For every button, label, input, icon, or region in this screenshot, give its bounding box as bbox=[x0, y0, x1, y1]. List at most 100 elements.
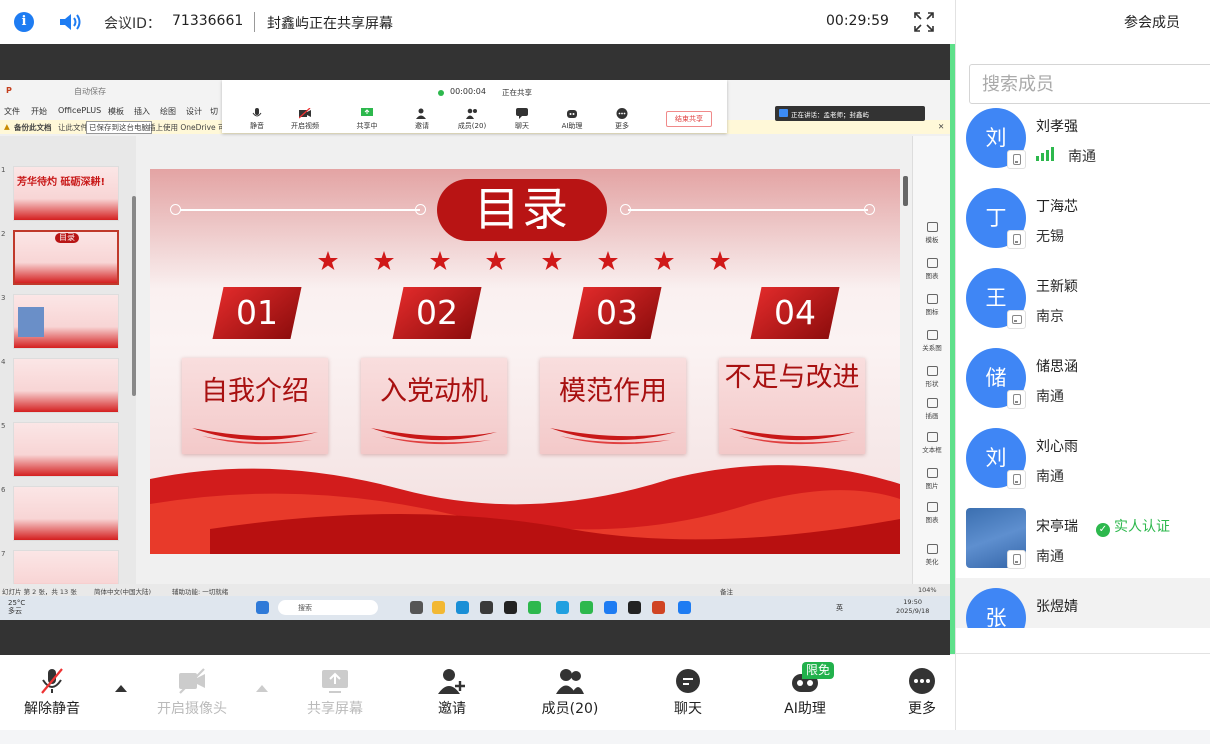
ppt-menu-item[interactable]: 设计 bbox=[186, 106, 202, 117]
meeting-id-value[interactable]: 71336661 bbox=[172, 13, 243, 29]
member-item[interactable]: 储 储思涵 南通 bbox=[956, 348, 1210, 428]
member-item[interactable]: 刘 刘孝强 南通 bbox=[956, 108, 1210, 188]
ime-indicator[interactable]: 英 bbox=[836, 603, 843, 613]
qq-icon[interactable] bbox=[628, 601, 641, 614]
info-icon[interactable]: i bbox=[14, 12, 34, 32]
ppt-menu-item[interactable]: 文件 bbox=[4, 106, 20, 117]
ppt-menu-item[interactable]: OfficePLUS bbox=[58, 106, 101, 115]
start-camera-button[interactable]: 开启摄像头 bbox=[137, 667, 247, 718]
share-toolbar-label: AI助理 bbox=[561, 122, 583, 130]
unmute-button[interactable]: 解除静音 bbox=[0, 667, 107, 718]
invite-button[interactable]: 邀请 bbox=[397, 667, 507, 718]
member-name: 张煜婧 bbox=[1036, 599, 1078, 615]
ppt-menu-item[interactable]: 绘图 bbox=[160, 106, 176, 117]
app-icon[interactable] bbox=[556, 601, 569, 614]
tool-item[interactable]: 关系图 bbox=[913, 330, 950, 352]
share-toolbar-chat-button[interactable]: 聊天 bbox=[497, 108, 547, 131]
share-toolbar-sharing-button[interactable]: 共享中 bbox=[342, 108, 392, 131]
app-icon[interactable] bbox=[504, 601, 517, 614]
share-toolbar-video-button[interactable]: 开启视频 bbox=[280, 108, 330, 131]
task-view-icon[interactable] bbox=[410, 601, 423, 614]
share-timer: 00:00:04 bbox=[450, 87, 486, 96]
thumb-number: 1 bbox=[1, 166, 6, 174]
share-toolbar-invite-button[interactable]: 邀请 bbox=[397, 108, 447, 131]
meeting-app-icon[interactable] bbox=[604, 601, 617, 614]
fullscreen-icon[interactable] bbox=[913, 11, 935, 33]
app-icon[interactable] bbox=[580, 601, 593, 614]
slide-decoration bbox=[170, 204, 181, 215]
member-item[interactable]: 刘 刘心雨 南通 bbox=[956, 428, 1210, 508]
video-options-caret[interactable] bbox=[256, 685, 268, 692]
slide-thumbnail[interactable] bbox=[13, 358, 119, 413]
taskbar-search[interactable]: 搜索 bbox=[278, 600, 378, 615]
notes-button[interactable]: 备注 bbox=[720, 586, 733, 596]
app-icon[interactable] bbox=[678, 601, 691, 614]
wechat-icon[interactable] bbox=[528, 601, 541, 614]
member-search-input[interactable] bbox=[982, 73, 1202, 95]
ppt-menu-item[interactable]: 切 bbox=[210, 106, 218, 117]
accessibility-status[interactable]: 辅助功能: 一切就绪 bbox=[172, 586, 228, 596]
edge-icon[interactable] bbox=[456, 601, 469, 614]
tool-item[interactable]: 文本框 bbox=[913, 432, 950, 454]
slide-scrollbar[interactable] bbox=[903, 176, 908, 206]
tablet-icon bbox=[1007, 310, 1026, 329]
tool-item[interactable]: 图片 bbox=[913, 468, 950, 490]
share-screen-button[interactable]: 共享屏幕 bbox=[280, 667, 390, 718]
members-button[interactable]: 成员(20) bbox=[515, 667, 625, 718]
ppt-menu-item[interactable]: 插入 bbox=[134, 106, 150, 117]
tool-item[interactable]: 美化 bbox=[913, 544, 950, 566]
member-item[interactable]: 王 王新颖 南京 bbox=[956, 268, 1210, 348]
slide-thumbnail[interactable]: 芳华待灼 砥砺深耕! bbox=[13, 166, 119, 221]
close-icon[interactable]: ✕ bbox=[938, 122, 944, 131]
share-toolbar-label: 邀请 bbox=[415, 122, 429, 130]
slide-decoration bbox=[620, 204, 631, 215]
member-location: 南通 bbox=[1068, 149, 1096, 165]
weather-widget[interactable]: 25°C 多云 bbox=[8, 599, 25, 615]
taskbar-clock[interactable]: 19:50 2025/9/18 bbox=[896, 598, 929, 616]
zoom-level[interactable]: 104% bbox=[918, 586, 937, 594]
meeting-control-bar: 解除静音 开启摄像头 共享屏幕 邀请 成员(20) 聊天 AI助理 限免 更多 bbox=[0, 655, 955, 730]
slide-canvas[interactable]: 目录 01 02 03 04 自我介绍 入党动机 模范作用 不足与改进 bbox=[150, 169, 900, 554]
speaker-icon[interactable] bbox=[58, 11, 82, 33]
tool-item[interactable]: 图表 bbox=[913, 258, 950, 280]
ppt-menu-item[interactable]: 模板 bbox=[108, 106, 124, 117]
powerpoint-icon[interactable] bbox=[652, 601, 665, 614]
share-toolbar-mute-button[interactable]: 静音 bbox=[232, 108, 282, 131]
chat-button[interactable]: 聊天 bbox=[633, 667, 743, 718]
file-explorer-icon[interactable] bbox=[432, 601, 445, 614]
share-toolbar-label: 聊天 bbox=[515, 122, 529, 130]
slide-thumbnail[interactable] bbox=[13, 294, 119, 349]
member-item[interactable]: 张 张煜婧 bbox=[956, 578, 1210, 628]
share-screen-icon bbox=[322, 670, 348, 693]
member-search-box[interactable] bbox=[969, 64, 1210, 104]
template-icon bbox=[926, 222, 938, 232]
chart-icon bbox=[926, 258, 938, 268]
tool-item[interactable]: 图表 bbox=[913, 502, 950, 524]
windows-start-icon[interactable] bbox=[256, 601, 269, 614]
member-name: 刘心雨 bbox=[1036, 439, 1078, 455]
share-toolbar-members-button[interactable]: 成员(20) bbox=[447, 108, 497, 131]
weather-temp: 25°C bbox=[8, 599, 26, 607]
share-toolbar-more-button[interactable]: 更多 bbox=[597, 108, 647, 131]
store-icon[interactable] bbox=[480, 601, 493, 614]
tool-item[interactable]: 图标 bbox=[913, 294, 950, 316]
slide-thumbnail[interactable] bbox=[13, 422, 119, 477]
member-item[interactable]: 宋亭瑞 ✓ 实人认证 南通 bbox=[956, 508, 1210, 588]
share-toolbar-ai-button[interactable]: AI助理 bbox=[547, 108, 597, 131]
slide-thumbnail[interactable] bbox=[13, 486, 119, 541]
tool-item[interactable]: 模板 bbox=[913, 222, 950, 244]
control-label: 开启摄像头 bbox=[157, 701, 227, 717]
tool-item[interactable]: 形状 bbox=[913, 366, 950, 388]
member-item[interactable]: 丁 丁海芯 无锡 bbox=[956, 188, 1210, 268]
thumb-scrollbar[interactable] bbox=[132, 196, 136, 396]
slide-item-number: 02 bbox=[392, 287, 482, 339]
audio-options-caret[interactable] bbox=[115, 685, 127, 692]
free-badge: 限免 bbox=[802, 662, 835, 679]
warning-icon: ▲ bbox=[4, 122, 10, 131]
end-share-button[interactable]: 结束共享 bbox=[666, 111, 712, 127]
ppt-menu-item[interactable]: 开始 bbox=[31, 106, 47, 117]
slide-thumbnail-selected[interactable]: 目录 bbox=[13, 230, 119, 285]
shape-icon bbox=[926, 366, 938, 376]
tool-item[interactable]: 插画 bbox=[913, 398, 950, 420]
share-toolbar-label: 静音 bbox=[250, 122, 264, 130]
